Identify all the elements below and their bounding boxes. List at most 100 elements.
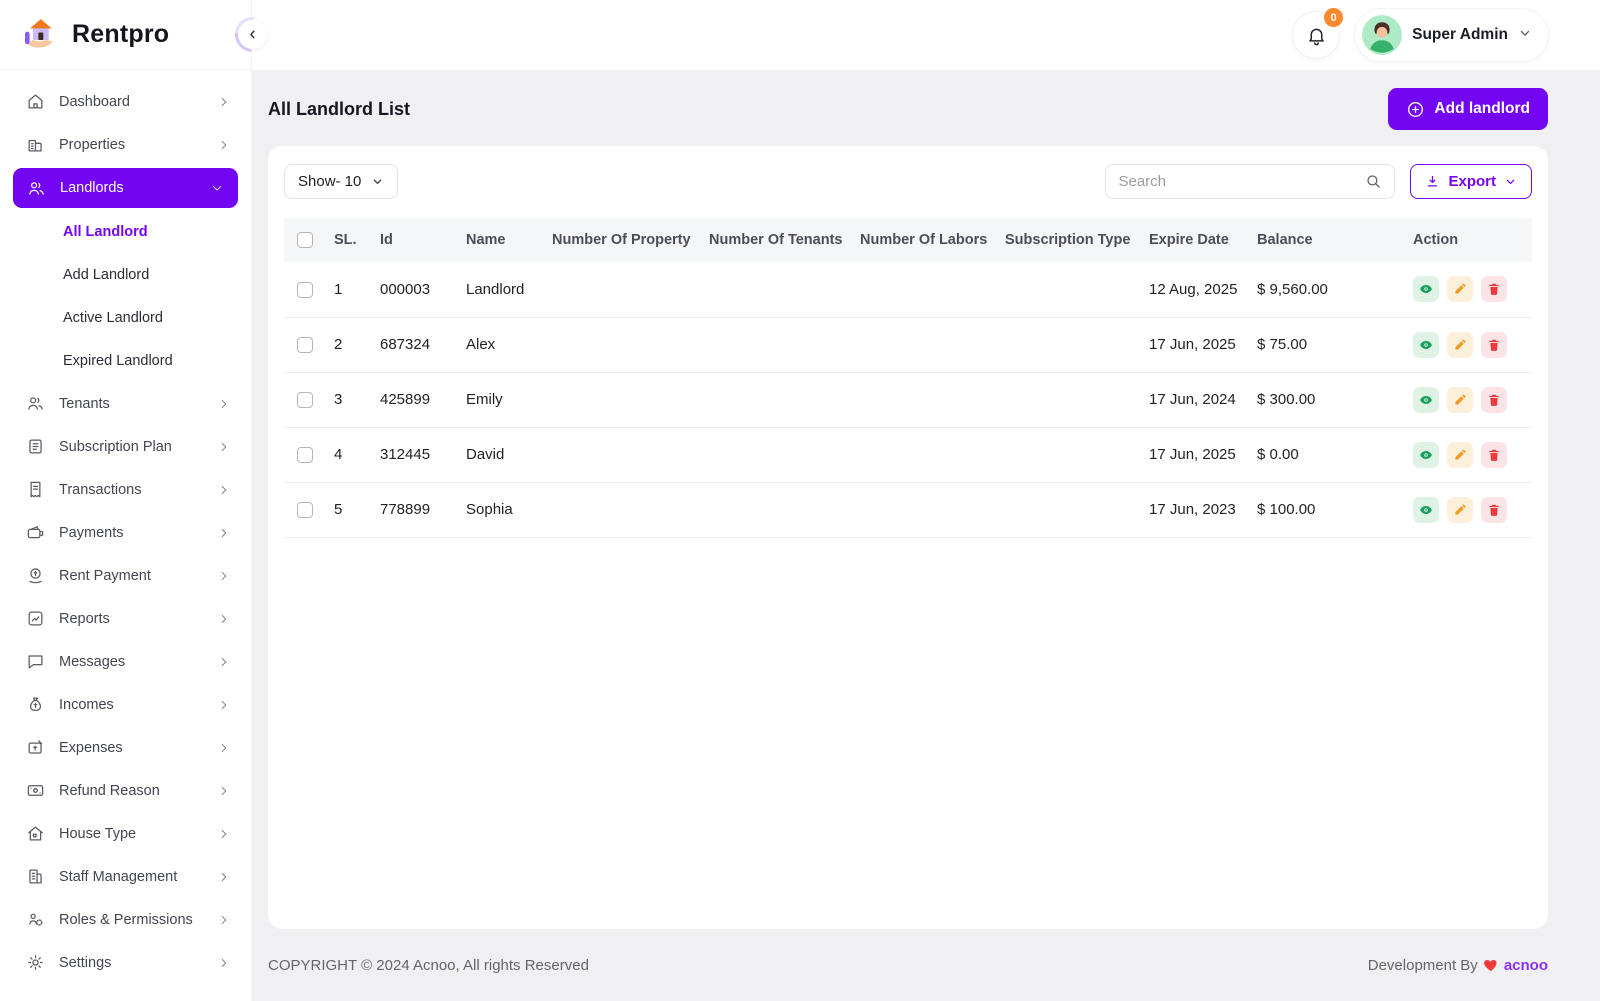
row-checkbox[interactable]	[297, 337, 313, 354]
sidebar-item-subscription-plan[interactable]: Subscription Plan	[0, 425, 251, 468]
edit-button[interactable]	[1447, 276, 1473, 303]
column-header: Number Of Tenants	[709, 232, 843, 248]
chevron-right-icon	[217, 827, 231, 841]
pencil-icon	[1453, 503, 1467, 517]
chevron-right-icon	[217, 698, 231, 712]
pencil-icon	[1453, 448, 1467, 462]
edit-button[interactable]	[1447, 441, 1473, 468]
table-header-row: SL. Id Name Number Of Property Number Of Ten…	[284, 218, 1532, 262]
export-button[interactable]: Export	[1410, 164, 1532, 199]
table-cell	[1001, 482, 1145, 538]
sidebar-subitem-active-landlord[interactable]: Active Landlord	[0, 296, 251, 339]
profile-menu[interactable]: Super Admin	[1355, 9, 1548, 61]
payments-icon	[26, 523, 45, 542]
tenants-icon	[26, 394, 45, 413]
table-cell: 000003	[376, 262, 462, 318]
table-cell	[856, 482, 1001, 538]
sidebar: Rentpro Dashboard Properties Landlords All …	[0, 0, 252, 1001]
table-cell: 687324	[376, 317, 462, 373]
sidebar-subitem-add-landlord[interactable]: Add Landlord	[0, 253, 251, 296]
sidebar-item-transactions[interactable]: Transactions	[0, 468, 251, 511]
sidebar-item-label: Roles & Permissions	[59, 911, 193, 928]
edit-button[interactable]	[1447, 496, 1473, 523]
edit-button[interactable]	[1447, 331, 1473, 358]
sidebar-subitem-all-landlord[interactable]: All Landlord	[0, 210, 251, 253]
view-button[interactable]	[1413, 276, 1439, 303]
table-cell: 312445	[376, 427, 462, 483]
home-icon	[26, 92, 45, 111]
rent-payment-icon	[26, 566, 45, 585]
sidebar-item-tenants[interactable]: Tenants	[0, 382, 251, 425]
delete-button[interactable]	[1481, 386, 1507, 413]
sidebar-item-label: Subscription Plan	[59, 438, 172, 455]
circle-plus-icon	[1408, 101, 1424, 117]
sidebar-item-label: Settings	[59, 954, 112, 971]
table-cell	[1001, 262, 1145, 318]
sidebar-item-payments[interactable]: Payments	[0, 511, 251, 554]
delete-button[interactable]	[1481, 331, 1507, 358]
sidebar-item-dashboard[interactable]: Dashboard	[0, 80, 251, 123]
sidebar-collapse-button[interactable]	[238, 20, 267, 49]
landlord-list-card: Show- 10 Search Export SL. Id Name Numbe…	[268, 146, 1548, 929]
page-title: All Landlord List	[268, 98, 410, 119]
sidebar-item-rent-payment[interactable]: Rent Payment	[0, 554, 251, 597]
table-cell	[705, 427, 856, 483]
sidebar-subitem-expired-landlord[interactable]: Expired Landlord	[0, 339, 251, 382]
table-cell: Emily	[462, 372, 548, 428]
table-cell: 5	[330, 482, 376, 538]
table-cell: 17 Jun, 2025	[1145, 427, 1253, 483]
chevron-right-icon	[217, 612, 231, 626]
eye-icon	[1419, 448, 1433, 462]
row-checkbox[interactable]	[297, 281, 313, 298]
table-cell: 425899	[376, 372, 462, 428]
delete-button[interactable]	[1481, 496, 1507, 523]
search-icon[interactable]	[1365, 173, 1382, 190]
edit-button[interactable]	[1447, 386, 1473, 413]
sidebar-item-label: Messages	[59, 653, 126, 670]
select-all-checkbox[interactable]	[297, 232, 313, 249]
row-checkbox[interactable]	[297, 392, 313, 409]
sidebar-item-reports[interactable]: Reports	[0, 597, 251, 640]
sidebar-item-properties[interactable]: Properties	[0, 123, 251, 166]
chevron-right-icon	[217, 440, 231, 454]
row-checkbox[interactable]	[297, 447, 313, 464]
add-landlord-button[interactable]: Add landlord	[1388, 88, 1548, 130]
view-button[interactable]	[1413, 386, 1439, 413]
sidebar-item-incomes[interactable]: Incomes	[0, 683, 251, 726]
delete-button[interactable]	[1481, 441, 1507, 468]
sidebar-item-landlords[interactable]: Landlords	[13, 168, 238, 208]
sidebar-nav: Dashboard Properties Landlords All Landlord…	[0, 70, 251, 1001]
sidebar-item-messages[interactable]: Messages	[0, 640, 251, 683]
refund-icon	[26, 781, 45, 800]
column-header: Subscription Type	[1005, 232, 1131, 248]
table-cell	[548, 372, 705, 428]
table-cell: Sophia	[462, 482, 548, 538]
sidebar-item-label: Incomes	[59, 696, 114, 713]
table-cell: 3	[330, 372, 376, 428]
view-button[interactable]	[1413, 441, 1439, 468]
sidebar-item-staff-management[interactable]: Staff Management	[0, 855, 251, 898]
table-cell	[705, 262, 856, 318]
delete-button[interactable]	[1481, 276, 1507, 303]
devby-brand-link[interactable]: acnoo	[1504, 957, 1548, 974]
notifications-button[interactable]: 0	[1293, 8, 1344, 58]
view-button[interactable]	[1413, 331, 1439, 358]
search-input[interactable]	[1118, 173, 1366, 190]
table-cell: 17 Jun, 2025	[1145, 317, 1253, 373]
heart-icon	[1483, 960, 1497, 971]
sidebar-item-refund-reason[interactable]: Refund Reason	[0, 769, 251, 812]
show-entries-dropdown[interactable]: Show- 10	[284, 164, 399, 199]
row-checkbox[interactable]	[297, 502, 313, 519]
sidebar-item-expenses[interactable]: Expenses	[0, 726, 251, 769]
sidebar-item-house-type[interactable]: House Type	[0, 812, 251, 855]
expenses-icon	[26, 738, 45, 757]
sidebar-item-roles-permissions[interactable]: Roles & Permissions	[0, 898, 251, 941]
trash-icon	[1487, 503, 1501, 517]
table-cell: 1	[330, 262, 376, 318]
trash-icon	[1487, 338, 1501, 352]
view-button[interactable]	[1413, 496, 1439, 523]
brand-name: Rentpro	[72, 20, 170, 48]
sidebar-item-settings[interactable]: Settings	[0, 941, 251, 984]
table-cell	[1001, 427, 1145, 483]
brand-logo[interactable]: Rentpro	[0, 0, 251, 70]
